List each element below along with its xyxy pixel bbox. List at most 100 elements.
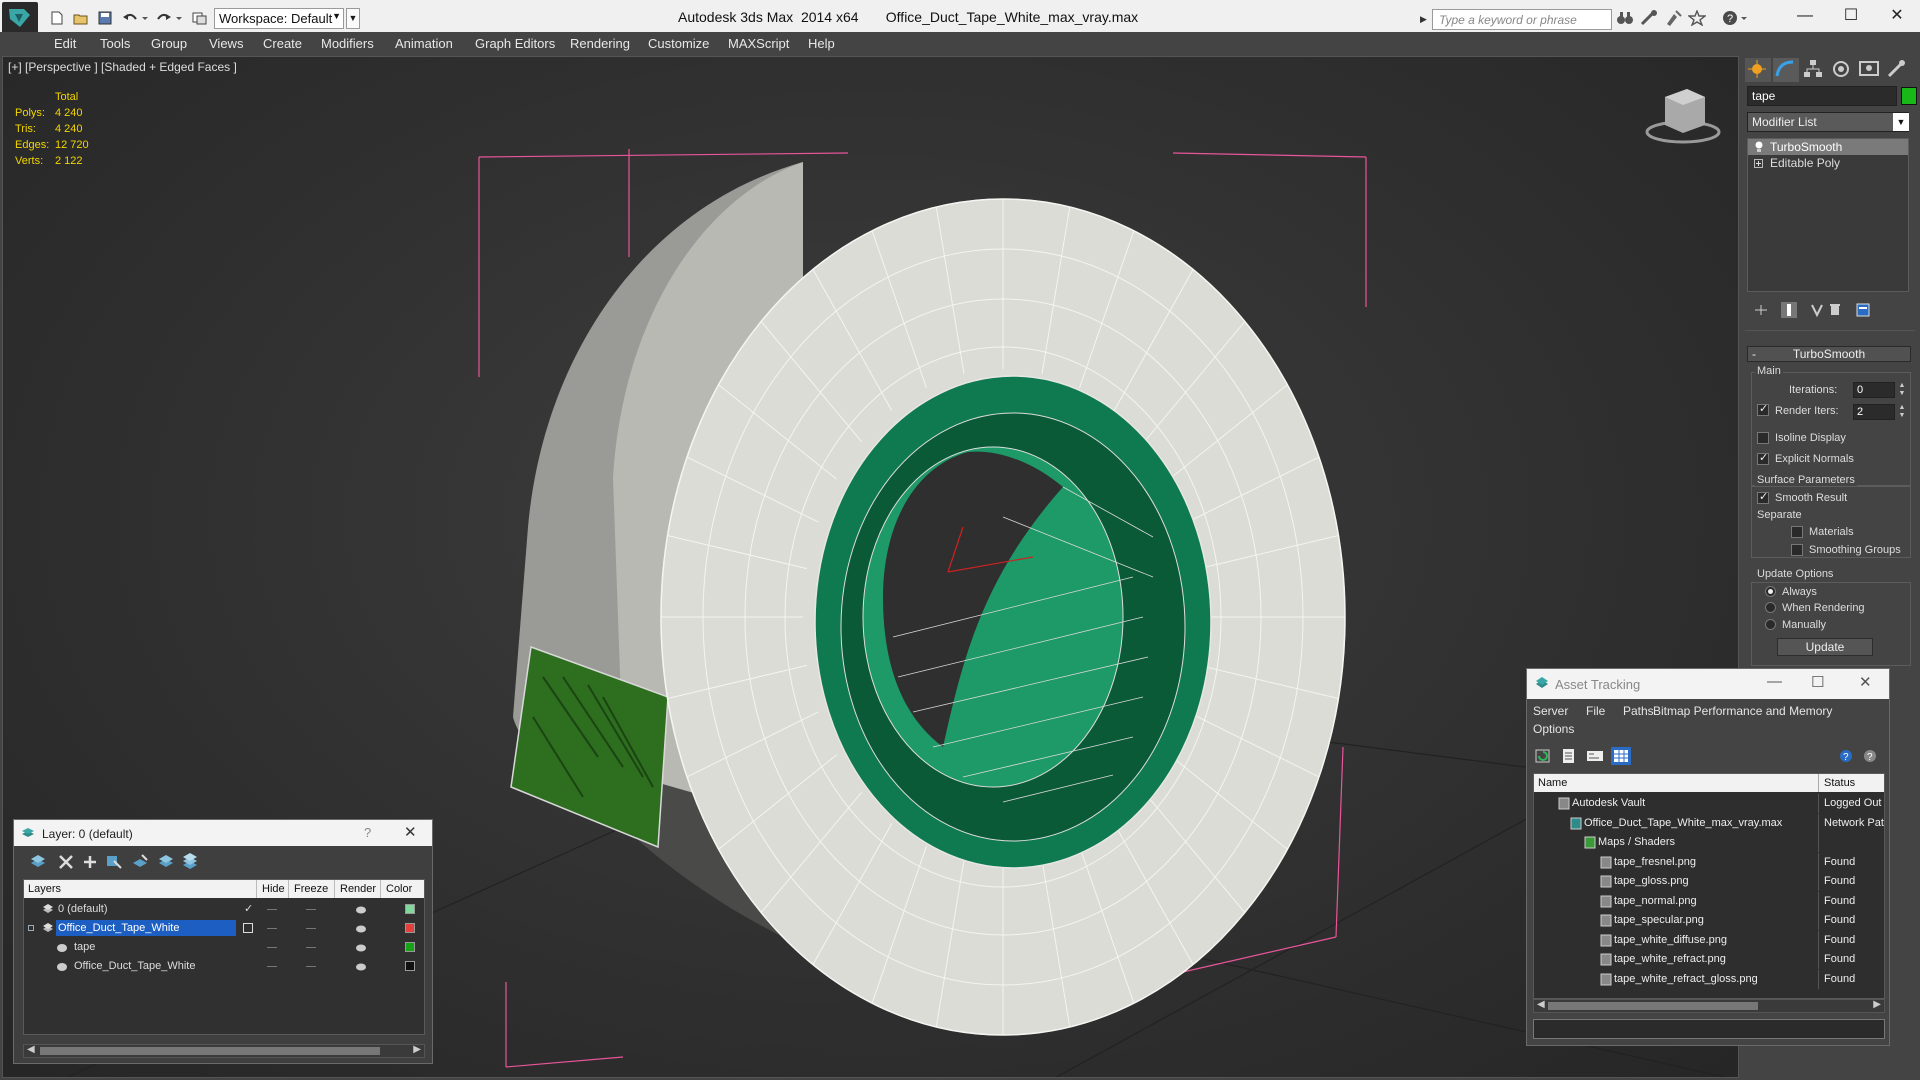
object-color-swatch[interactable] xyxy=(405,942,415,952)
asset-path-field[interactable] xyxy=(1533,1019,1885,1039)
create-layer-icon[interactable] xyxy=(28,853,48,871)
save-file-icon[interactable] xyxy=(96,9,114,27)
maximize-button[interactable]: ☐ xyxy=(1828,0,1874,32)
asset-row[interactable]: tape_specular.png Found xyxy=(1534,911,1884,930)
asset-row[interactable]: tape_white_refract_gloss.png Found xyxy=(1534,969,1884,989)
menu-bitmap-performance[interactable]: Bitmap Performance and Memory xyxy=(1653,704,1832,718)
set-active-layer-box[interactable] xyxy=(243,923,253,933)
scroll-thumb[interactable] xyxy=(40,1047,380,1055)
close-button[interactable]: ✕ xyxy=(1874,0,1920,32)
help-button[interactable]: ? xyxy=(364,825,371,840)
object-color-swatch[interactable] xyxy=(1901,87,1917,105)
freeze-toggle[interactable] xyxy=(306,966,316,967)
turbosmooth-rollout-header[interactable]: - TurboSmooth xyxy=(1747,346,1911,362)
scroll-left-icon[interactable]: ◀ xyxy=(1537,999,1545,1010)
scroll-right-icon[interactable]: ▶ xyxy=(1873,999,1881,1010)
asset-row[interactable]: tape_normal.png Found xyxy=(1534,891,1884,911)
freeze-toggle[interactable] xyxy=(306,928,316,929)
hierarchy-tab-icon[interactable] xyxy=(1801,58,1827,82)
asset-row[interactable]: tape_white_refract.png Found xyxy=(1534,950,1884,969)
layer-color-swatch[interactable] xyxy=(405,904,415,914)
help-icon[interactable]: ? xyxy=(1837,747,1857,765)
layer-row[interactable]: 0 (default) ✓ xyxy=(24,900,424,919)
menu-animation[interactable]: Animation xyxy=(395,36,453,51)
layer-name[interactable]: Office_Duct_Tape_White xyxy=(56,920,236,936)
update-button[interactable]: Update xyxy=(1777,638,1873,656)
stack-item-turbosmooth[interactable]: TurboSmooth xyxy=(1748,139,1908,155)
object-name-field[interactable]: tape xyxy=(1747,86,1897,106)
explicit-normals-checkbox[interactable] xyxy=(1757,451,1769,465)
app-logo-icon[interactable] xyxy=(2,2,38,34)
scroll-thumb[interactable] xyxy=(1548,1002,1758,1010)
select-objects-icon[interactable] xyxy=(104,853,124,871)
refresh-icon[interactable] xyxy=(1533,747,1553,765)
layer-row[interactable]: Office_Duct_Tape_White xyxy=(24,957,424,976)
chevron-right-icon[interactable]: ▶ xyxy=(1420,9,1432,30)
highlight-selected-icon[interactable] xyxy=(130,853,150,871)
render-iters-spinner[interactable]: 2 xyxy=(1853,404,1895,420)
render-teapot-icon[interactable] xyxy=(355,961,367,971)
redo-dropdown-icon[interactable] xyxy=(172,9,190,27)
object-name[interactable]: tape xyxy=(72,939,97,955)
hide-toggle[interactable] xyxy=(267,928,277,929)
motion-tab-icon[interactable] xyxy=(1829,58,1855,82)
redo-icon[interactable] xyxy=(154,9,172,27)
settings-icon[interactable]: ? xyxy=(1861,747,1881,765)
freeze-toggle[interactable] xyxy=(306,909,316,910)
materials-checkbox[interactable] xyxy=(1791,526,1803,538)
menu-paths[interactable]: Paths xyxy=(1623,704,1654,718)
minimize-button[interactable]: — xyxy=(1782,0,1828,32)
menu-graph-editors[interactable]: Graph Editors xyxy=(475,36,555,51)
object-color-swatch[interactable] xyxy=(405,961,415,971)
hide-toggle[interactable] xyxy=(267,947,277,948)
scroll-left-icon[interactable]: ◀ xyxy=(27,1044,35,1055)
minimize-button[interactable]: — xyxy=(1767,673,1782,690)
maximize-button[interactable]: ☐ xyxy=(1811,673,1824,691)
layer-color-swatch[interactable] xyxy=(405,923,415,933)
smooth-result-checkbox[interactable] xyxy=(1757,490,1769,504)
asset-row[interactable]: tape_white_diffuse.png Found xyxy=(1534,930,1884,950)
menu-customize[interactable]: Customize xyxy=(648,36,709,51)
menu-group[interactable]: Group xyxy=(151,36,187,51)
menu-create[interactable]: Create xyxy=(263,36,302,51)
create-tab-icon[interactable] xyxy=(1745,58,1771,82)
modify-tab-icon[interactable] xyxy=(1773,58,1799,82)
stack-item-editable-poly[interactable]: Editable Poly xyxy=(1748,155,1908,171)
manually-radio[interactable] xyxy=(1765,619,1776,630)
new-file-icon[interactable] xyxy=(48,9,66,27)
project-folder-icon[interactable] xyxy=(190,9,208,27)
configure-sets-icon[interactable] xyxy=(1855,302,1871,318)
layer-name[interactable]: 0 (default) xyxy=(56,901,110,917)
render-teapot-icon[interactable] xyxy=(355,923,367,933)
table-view-icon[interactable] xyxy=(1611,747,1631,765)
render-iters-checkbox[interactable] xyxy=(1757,402,1769,416)
expand-plus-icon[interactable] xyxy=(1754,157,1764,173)
delete-layer-icon[interactable] xyxy=(56,853,76,871)
menu-maxscript[interactable]: MAXScript xyxy=(728,36,789,51)
asset-row[interactable]: tape_gloss.png Found xyxy=(1534,872,1884,891)
object-name[interactable]: Office_Duct_Tape_White xyxy=(72,958,197,974)
modifier-stack[interactable]: TurboSmooth Editable Poly xyxy=(1747,138,1909,292)
tree-view-icon[interactable] xyxy=(1585,747,1605,765)
list-view-icon[interactable] xyxy=(1559,747,1579,765)
render-teapot-icon[interactable] xyxy=(355,942,367,952)
column-freeze[interactable]: Freeze xyxy=(294,883,328,895)
workspace-menu-button[interactable]: ▼ xyxy=(346,8,360,29)
collapse-minus-icon[interactable] xyxy=(28,925,34,931)
layer-row[interactable]: Office_Duct_Tape_White xyxy=(24,919,424,938)
column-hide[interactable]: Hide xyxy=(262,883,285,895)
layer-row[interactable]: tape xyxy=(24,938,424,957)
menu-file[interactable]: File xyxy=(1586,704,1605,718)
freeze-toggle[interactable] xyxy=(306,947,316,948)
favorites-star-icon[interactable] xyxy=(1687,9,1708,28)
chevron-down-icon[interactable]: ▼ xyxy=(1893,113,1909,131)
menu-edit[interactable]: Edit xyxy=(54,36,76,51)
spinner-arrows-icon[interactable]: ▲ ▼ xyxy=(1897,404,1907,420)
active-layer-check-icon[interactable]: ✓ xyxy=(244,902,253,915)
menu-rendering[interactable]: Rendering xyxy=(570,36,630,51)
utilities-tab-icon[interactable] xyxy=(1885,58,1911,82)
asset-row[interactable]: Office_Duct_Tape_White_max_vray.max Netwo… xyxy=(1534,813,1884,833)
show-end-result-icon[interactable] xyxy=(1781,302,1797,318)
display-tab-icon[interactable] xyxy=(1857,58,1883,82)
column-status[interactable]: Status xyxy=(1824,777,1855,789)
